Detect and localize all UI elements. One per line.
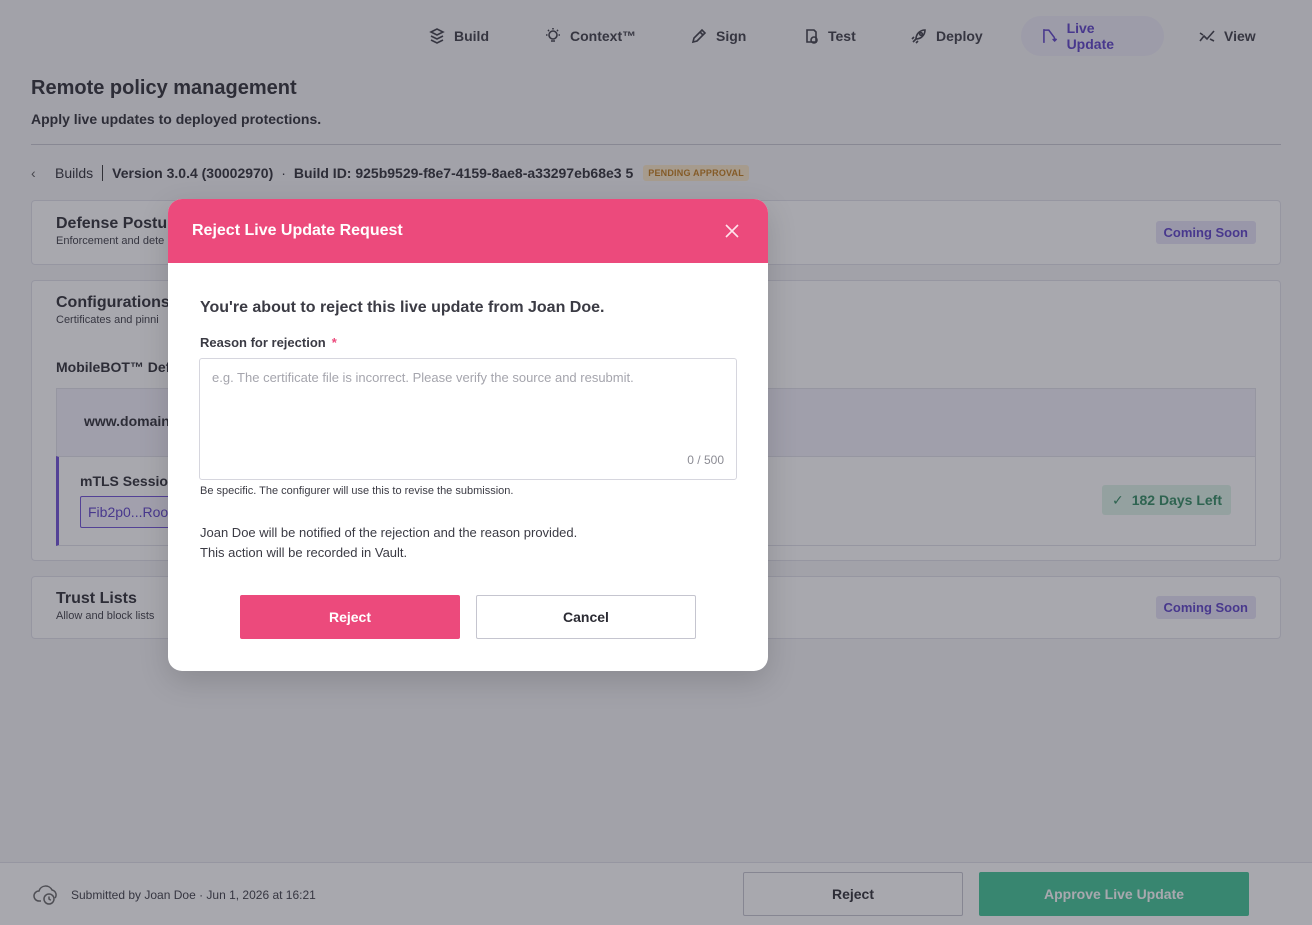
reason-textarea[interactable] — [200, 359, 736, 479]
close-button[interactable] — [722, 221, 742, 241]
confirm-reject-button[interactable]: Reject — [240, 595, 460, 639]
required-marker: * — [331, 335, 337, 350]
helper-text: Be specific. The configurer will use thi… — [200, 485, 514, 497]
reject-modal: Reject Live Update Request You're about … — [168, 199, 768, 671]
notice-line: Joan Doe will be notified of the rejecti… — [200, 525, 578, 540]
modal-header: Reject Live Update Request — [168, 199, 768, 263]
character-count: 0 / 500 — [687, 453, 724, 467]
modal-lead-text: You're about to reject this live update … — [200, 299, 605, 316]
notice-line: This action will be recorded in Vault. — [200, 545, 408, 560]
reason-label: Reason for rejection * — [200, 335, 337, 350]
notice-text: Joan Doe will be notified of the rejecti… — [200, 523, 577, 563]
reason-label-text: Reason for rejection — [200, 335, 326, 350]
close-icon — [725, 224, 739, 238]
reason-field-container: 0 / 500 — [199, 358, 737, 480]
cancel-button[interactable]: Cancel — [476, 595, 696, 639]
modal-title: Reject Live Update Request — [192, 222, 403, 239]
